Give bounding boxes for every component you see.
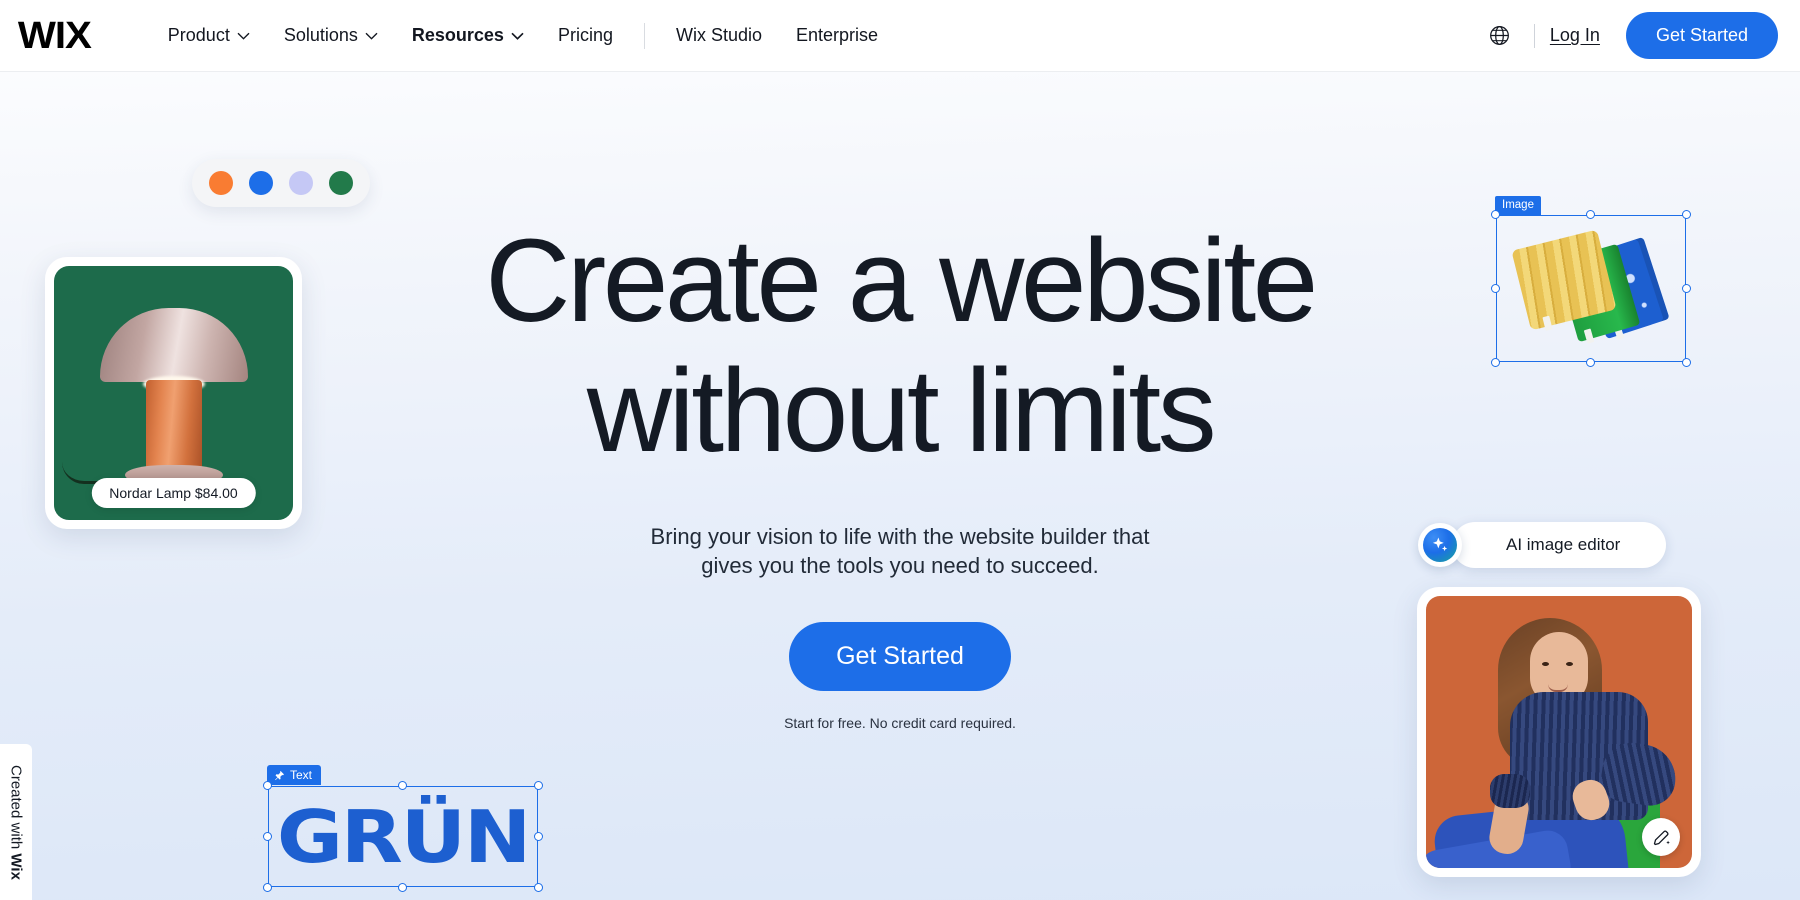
nav-item-wix-studio[interactable]: Wix Studio bbox=[659, 25, 779, 46]
nav-label: Solutions bbox=[283, 25, 358, 45]
created-with-wix-text: Created with Wix bbox=[8, 765, 25, 880]
color-swatch-green[interactable] bbox=[329, 171, 353, 195]
main-navigation: Product Solutions Resources Pricing Wix … bbox=[151, 22, 895, 49]
resize-handle-bottom-left[interactable] bbox=[1491, 358, 1500, 367]
globe-icon bbox=[1489, 26, 1509, 45]
nav-label: Product bbox=[167, 25, 230, 45]
ai-orb bbox=[1423, 528, 1457, 562]
resize-handle-bottom-left[interactable] bbox=[263, 883, 272, 892]
nav-item-pricing[interactable]: Pricing bbox=[541, 25, 630, 46]
tag-label: Text bbox=[290, 768, 313, 782]
resize-handle-middle-left[interactable] bbox=[1491, 283, 1500, 293]
hero-section: Create a website without limits Bring yo… bbox=[0, 72, 1800, 900]
model-eye-left bbox=[1542, 662, 1549, 666]
language-selector-button[interactable] bbox=[1480, 20, 1519, 51]
subhead-line-2: gives you the tools you need to succeed. bbox=[701, 553, 1099, 579]
ai-orb-container bbox=[1418, 523, 1462, 567]
text-element-value: GRÜN bbox=[276, 794, 532, 879]
color-palette-widget[interactable] bbox=[192, 159, 370, 207]
chevron-down-icon bbox=[511, 32, 524, 40]
pin-icon bbox=[275, 770, 284, 780]
ai-edit-button[interactable] bbox=[1642, 818, 1680, 856]
resize-handle-bottom-right[interactable] bbox=[534, 883, 543, 892]
hero-get-started-button[interactable]: Get Started bbox=[789, 622, 1011, 692]
resize-handle-top-left[interactable] bbox=[263, 781, 272, 790]
resize-handle-middle-left[interactable] bbox=[263, 831, 272, 841]
nav-item-resources[interactable]: Resources bbox=[395, 25, 541, 46]
login-link[interactable]: Log In bbox=[1550, 25, 1600, 46]
headline-line-1: Create a website bbox=[485, 215, 1318, 347]
ai-image-editor-widget[interactable]: AI image editor bbox=[1418, 522, 1667, 568]
header-divider bbox=[1533, 23, 1535, 48]
model-eye-right bbox=[1566, 662, 1573, 666]
nav-label: Wix Studio bbox=[675, 25, 763, 45]
ai-image-editor-label: AI image editor bbox=[1452, 522, 1667, 568]
subhead-line-1: Bring your vision to life with the websi… bbox=[650, 524, 1150, 549]
resize-handle-top-right[interactable] bbox=[1682, 210, 1691, 219]
sparkle-icon bbox=[1432, 537, 1448, 552]
header-actions: Log In Get Started bbox=[1480, 12, 1778, 59]
chevron-down-icon bbox=[365, 32, 378, 40]
nav-divider bbox=[643, 22, 645, 49]
resize-handle-bottom-right[interactable] bbox=[1682, 358, 1691, 367]
product-card-lamp[interactable]: Nordar Lamp $84.00 bbox=[45, 257, 302, 529]
site-header: WIX Product Solutions Resources Pricing … bbox=[0, 0, 1800, 72]
model-cuff bbox=[1490, 774, 1530, 808]
color-swatch-orange[interactable] bbox=[209, 171, 233, 195]
header-get-started-button[interactable]: Get Started bbox=[1625, 12, 1778, 59]
lamp-shade bbox=[99, 308, 248, 382]
element-type-tag: Text bbox=[267, 765, 322, 786]
model-photo bbox=[1426, 596, 1692, 868]
book-tab bbox=[1583, 328, 1595, 344]
resize-handle-middle-right[interactable] bbox=[534, 831, 543, 841]
resize-handle-top-left[interactable] bbox=[1491, 210, 1500, 219]
nav-label: Pricing bbox=[557, 25, 613, 45]
lamp-body bbox=[145, 380, 202, 470]
nav-item-product[interactable]: Product bbox=[151, 25, 267, 46]
color-swatch-lavender[interactable] bbox=[289, 171, 313, 195]
created-with-wix-badge[interactable]: Created with Wix bbox=[0, 744, 32, 900]
wix-logo[interactable]: WIX bbox=[18, 17, 92, 55]
text-element-selection[interactable]: Text GRÜN bbox=[263, 765, 543, 892]
color-swatch-blue[interactable] bbox=[249, 171, 273, 195]
nav-item-solutions[interactable]: Solutions bbox=[267, 25, 395, 46]
pencil-sparkle-icon bbox=[1653, 829, 1670, 845]
element-type-tag: Image bbox=[1495, 196, 1541, 216]
resize-handle-top-center[interactable] bbox=[398, 781, 407, 790]
nav-label: Enterprise bbox=[796, 25, 879, 45]
nav-label: Resources bbox=[411, 25, 504, 45]
chevron-down-icon bbox=[237, 32, 250, 40]
product-price-label: Nordar Lamp $84.00 bbox=[91, 478, 256, 508]
resize-handle-bottom-center[interactable] bbox=[398, 883, 407, 892]
book-tab bbox=[1542, 315, 1553, 331]
image-element-selection[interactable]: Image bbox=[1491, 196, 1691, 367]
badge-brand: Wix bbox=[7, 852, 25, 880]
lamp-image: Nordar Lamp $84.00 bbox=[54, 266, 293, 520]
nav-item-enterprise[interactable]: Enterprise bbox=[779, 25, 895, 46]
resize-handle-top-center[interactable] bbox=[1586, 210, 1595, 219]
badge-prefix: Created with bbox=[7, 764, 25, 853]
resize-handle-bottom-center[interactable] bbox=[1586, 358, 1595, 367]
resize-handle-top-right[interactable] bbox=[534, 781, 543, 790]
books-illustration bbox=[1511, 229, 1672, 347]
photo-card-model[interactable] bbox=[1417, 587, 1701, 877]
resize-handle-middle-right[interactable] bbox=[1682, 283, 1691, 293]
